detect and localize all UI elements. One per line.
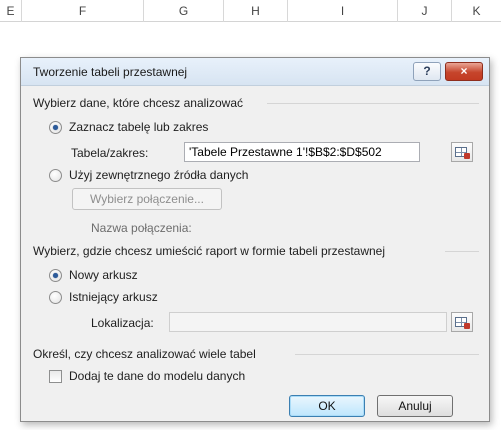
add-to-data-model-checkbox[interactable] <box>49 370 62 383</box>
radio-new-sheet-indicator[interactable] <box>49 269 62 282</box>
choose-data-section-title: Wybierz dane, które chcesz analizować <box>33 96 243 110</box>
column-header-i[interactable]: I <box>288 0 398 22</box>
radio-external-source-label: Użyj zewnętrznego źródła danych <box>69 168 249 182</box>
cancel-button[interactable]: Anuluj <box>377 395 453 417</box>
create-pivot-table-dialog: Tworzenie tabeli przestawnej ? × Wybierz… <box>20 57 490 422</box>
radio-external-source[interactable]: Użyj zewnętrznego źródła danych <box>49 168 289 184</box>
close-icon: × <box>460 64 468 78</box>
column-header-e[interactable]: E <box>0 0 22 22</box>
table-range-collapse-button[interactable] <box>451 142 473 162</box>
section-divider <box>295 354 479 355</box>
section-divider <box>445 251 479 252</box>
ok-button[interactable]: OK <box>289 395 365 417</box>
column-header-f[interactable]: F <box>22 0 144 22</box>
location-label: Lokalizacja: <box>91 316 154 330</box>
radio-table-range-label: Zaznacz tabelę lub zakres <box>69 120 209 134</box>
table-range-label: Tabela/zakres: <box>71 146 149 160</box>
placement-section-title: Wybierz, gdzie chcesz umieścić raport w … <box>33 244 386 258</box>
close-button[interactable]: × <box>445 62 483 81</box>
radio-new-sheet-label: Nowy arkusz <box>69 268 138 282</box>
add-to-data-model-option[interactable]: Dodaj te dane do modelu danych <box>49 369 289 385</box>
column-header-h[interactable]: H <box>224 0 288 22</box>
range-selector-arrow-icon <box>464 153 470 159</box>
radio-existing-sheet[interactable]: Istniejący arkusz <box>49 290 209 306</box>
radio-new-sheet[interactable]: Nowy arkusz <box>49 268 189 284</box>
radio-existing-sheet-label: Istniejący arkusz <box>69 290 158 304</box>
dialog-titlebar[interactable]: Tworzenie tabeli przestawnej ? × <box>21 58 489 86</box>
section-divider <box>267 103 479 104</box>
help-button[interactable]: ? <box>413 62 441 81</box>
table-range-input[interactable]: 'Tabele Przestawne 1'!$B$2:$D$502 <box>184 142 420 162</box>
location-collapse-button[interactable] <box>451 312 473 332</box>
column-header-k[interactable]: K <box>452 0 501 22</box>
location-input[interactable] <box>169 312 447 332</box>
dialog-title: Tworzenie tabeli przestawnej <box>33 65 188 79</box>
radio-table-range-indicator[interactable] <box>49 121 62 134</box>
radio-external-source-indicator[interactable] <box>49 169 62 182</box>
help-icon: ? <box>423 64 431 78</box>
add-to-data-model-label: Dodaj te dane do modelu danych <box>69 369 246 383</box>
radio-existing-sheet-indicator[interactable] <box>49 291 62 304</box>
multiple-tables-section-title: Określ, czy chcesz analizować wiele tabe… <box>33 347 256 361</box>
column-header-j[interactable]: J <box>398 0 452 22</box>
column-header-g[interactable]: G <box>144 0 224 22</box>
connection-name-label: Nazwa połączenia: <box>91 221 192 235</box>
choose-connection-button[interactable]: Wybierz połączenie... <box>72 188 222 210</box>
range-selector-arrow-icon <box>464 323 470 329</box>
column-header-row: E F G H I J K <box>0 0 501 22</box>
radio-table-range[interactable]: Zaznacz tabelę lub zakres <box>49 120 269 136</box>
